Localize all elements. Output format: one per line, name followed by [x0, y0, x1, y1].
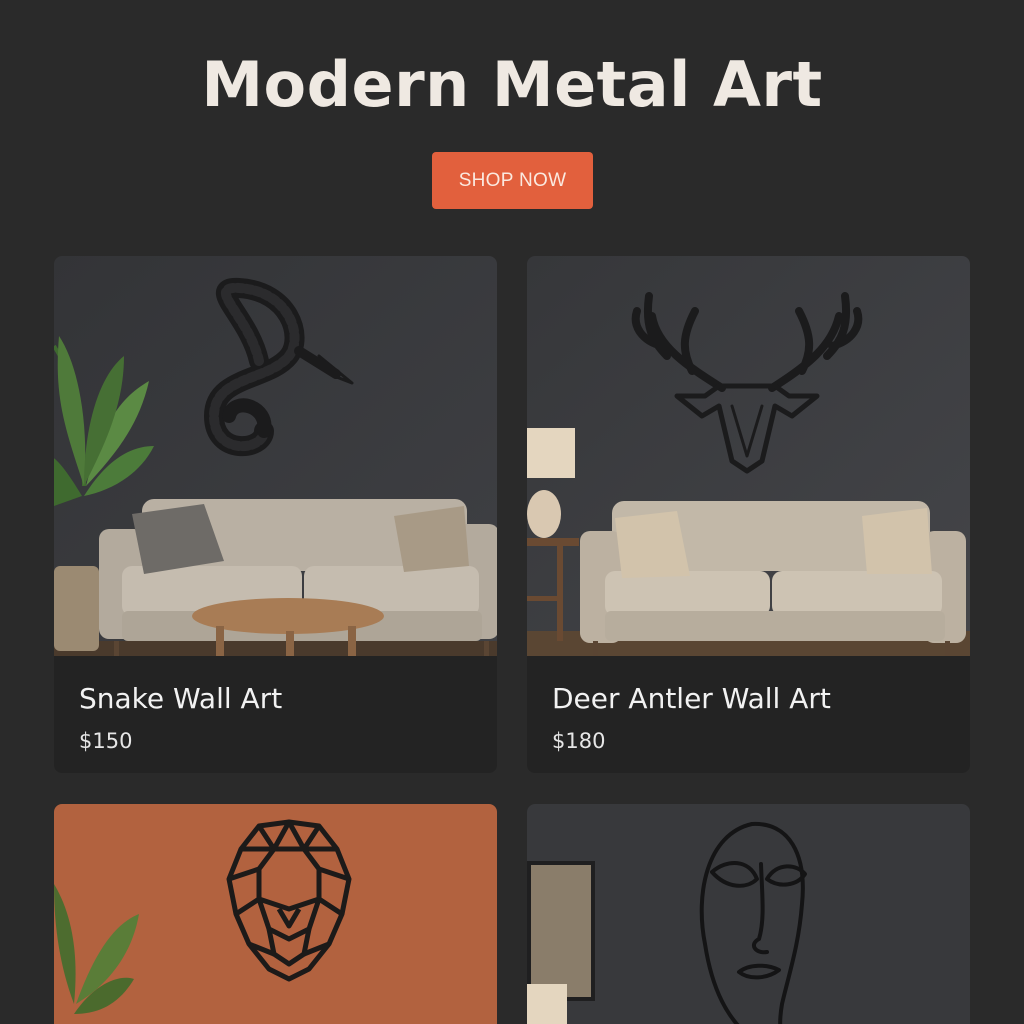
product-image-face[interactable] [527, 804, 970, 1024]
product-card-snake[interactable]: Snake Wall Art $150 [54, 256, 497, 773]
product-card-deer[interactable]: Deer Antler Wall Art $180 [527, 256, 970, 773]
product-card-lion[interactable] [54, 804, 497, 1024]
product-image-deer[interactable] [527, 256, 970, 656]
product-price: $180 [552, 729, 606, 753]
picture-frame-icon [527, 861, 595, 1001]
product-price: $150 [79, 729, 133, 753]
product-name[interactable]: Snake Wall Art [79, 682, 473, 715]
lamp-icon [527, 984, 567, 1024]
sofa-icon [580, 501, 966, 656]
page-title: Modern Metal Art [201, 48, 823, 121]
product-card-face[interactable] [527, 804, 970, 1024]
product-image-snake[interactable] [54, 256, 497, 656]
product-name[interactable]: Deer Antler Wall Art [552, 682, 946, 715]
product-image-lion[interactable] [54, 804, 497, 1024]
shop-now-button[interactable]: SHOP NOW [432, 152, 593, 209]
coffee-table-icon [192, 598, 384, 656]
